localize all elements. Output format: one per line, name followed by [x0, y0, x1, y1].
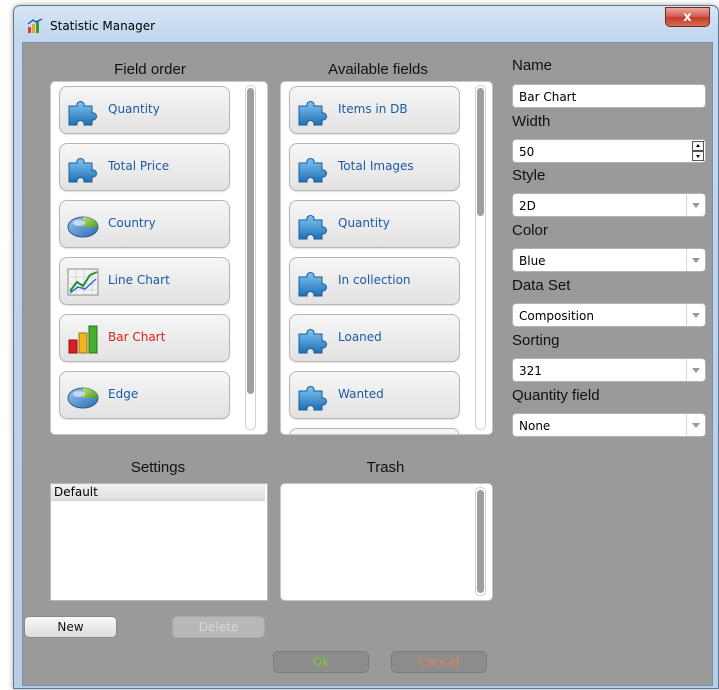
quantity-field-value: None — [519, 419, 551, 433]
field-order-scrollbar[interactable] — [245, 85, 256, 430]
color-combobox[interactable]: Blue — [512, 248, 706, 272]
sorting-value: 321 — [519, 364, 542, 378]
chevron-down-icon[interactable] — [686, 359, 705, 381]
settings-list[interactable]: Default — [50, 483, 268, 601]
settings-list-item[interactable]: Default — [51, 484, 265, 501]
field-order-item-edge[interactable]: Edge — [59, 371, 230, 419]
item-label: Total Images — [338, 159, 414, 173]
window-title: Statistic Manager — [50, 19, 156, 33]
puzzle-piece-icon — [68, 101, 97, 126]
quantity-field-combobox[interactable]: None — [512, 413, 706, 437]
field-order-item-bar-chart[interactable]: Bar Chart — [59, 314, 230, 362]
style-combobox[interactable]: 2D — [512, 193, 706, 217]
color-value: Blue — [519, 254, 546, 268]
item-label: Quantity — [338, 216, 390, 230]
pie-chart-icon — [67, 387, 99, 409]
item-label: Bar Chart — [108, 330, 166, 344]
puzzle-piece-icon — [298, 158, 327, 183]
available-fields-scrollbar[interactable] — [475, 85, 486, 430]
dataset-value: Composition — [519, 309, 594, 323]
available-item-total-images[interactable]: Total Images — [289, 143, 460, 191]
field-order-item-quantity[interactable]: Quantity — [59, 86, 230, 134]
puzzle-piece-icon — [68, 158, 97, 183]
puzzle-piece-icon — [298, 329, 327, 354]
cancel-button[interactable]: Cancel — [391, 651, 487, 673]
field-order-item-total-price[interactable]: Total Price — [59, 143, 230, 191]
puzzle-piece-icon — [298, 101, 327, 126]
field-order-item-line-chart[interactable]: Line Chart — [59, 257, 230, 305]
item-label: Country — [108, 216, 156, 230]
chevron-down-icon[interactable] — [686, 194, 705, 216]
dataset-label: Data Set — [512, 277, 571, 294]
item-label: Total Price — [108, 159, 170, 173]
item-label: Items in DB — [338, 102, 408, 116]
style-value: 2D — [519, 199, 536, 213]
field-order-list[interactable]: Quantity Total Price Country Line Chart … — [50, 81, 268, 435]
settings-heading: Settings — [130, 459, 186, 476]
item-label: Wanted — [338, 387, 384, 401]
available-item-loaned[interactable]: Loaned — [289, 314, 460, 362]
available-item-partial[interactable] — [289, 428, 460, 434]
available-fields-list[interactable]: Items in DB Total Images Quantity In col… — [280, 81, 493, 435]
bar-chart-icon — [68, 325, 98, 354]
available-item-items-in-db[interactable]: Items in DB — [289, 86, 460, 134]
chevron-down-icon[interactable] — [686, 414, 705, 436]
item-label: Line Chart — [108, 273, 170, 287]
available-fields-heading: Available fields — [328, 61, 428, 78]
chevron-down-icon[interactable] — [686, 304, 705, 326]
dataset-combobox[interactable]: Composition — [512, 303, 706, 327]
scrollbar-thumb[interactable] — [247, 88, 254, 394]
trash-list[interactable] — [280, 483, 493, 601]
line-chart-icon — [67, 268, 99, 296]
width-spinbox[interactable]: 50 — [512, 139, 706, 163]
chevron-down-icon[interactable] — [686, 249, 705, 271]
trash-heading: Trash — [366, 459, 405, 476]
name-label: Name — [512, 57, 553, 74]
available-item-quantity[interactable]: Quantity — [289, 200, 460, 248]
item-label: Loaned — [338, 330, 382, 344]
scrollbar-thumb[interactable] — [477, 490, 484, 593]
puzzle-piece-icon — [298, 386, 327, 411]
statistic-manager-window: Statistic Manager x Field order Availabl… — [13, 5, 719, 690]
close-button[interactable]: x — [665, 7, 710, 27]
color-label: Color — [512, 222, 548, 239]
width-value: 50 — [519, 145, 535, 159]
trash-scrollbar[interactable] — [475, 487, 486, 596]
sorting-combobox[interactable]: 321 — [512, 358, 706, 382]
spin-up-arrow-icon[interactable] — [692, 141, 704, 151]
window-frame: Statistic Manager x Field order Availabl… — [13, 5, 719, 689]
name-field[interactable]: Bar Chart — [512, 84, 706, 108]
puzzle-piece-icon — [298, 272, 327, 297]
style-label: Style — [512, 167, 546, 184]
dialog-client-area: Field order Available fields Quantity To… — [22, 42, 713, 686]
ok-button[interactable]: Ok — [273, 651, 369, 673]
puzzle-piece-icon — [298, 215, 327, 240]
new-button[interactable]: New — [24, 616, 117, 638]
spin-down-arrow-icon[interactable] — [692, 151, 704, 161]
title-bar[interactable]: Statistic Manager x — [14, 6, 718, 42]
item-label: Edge — [108, 387, 139, 401]
item-label: Quantity — [108, 102, 160, 116]
width-label: Width — [512, 113, 551, 130]
delete-button[interactable]: Delete — [172, 616, 265, 638]
available-item-wanted[interactable]: Wanted — [289, 371, 460, 419]
sorting-label: Sorting — [512, 332, 560, 349]
scrollbar-thumb[interactable] — [477, 88, 484, 216]
quantity-field-label: Quantity field — [512, 387, 600, 404]
item-label: In collection — [338, 273, 411, 287]
statistic-manager-app-icon — [27, 18, 43, 33]
pie-chart-icon — [67, 216, 99, 238]
field-order-heading: Field order — [114, 61, 186, 78]
available-item-in-collection[interactable]: In collection — [289, 257, 460, 305]
field-order-item-country[interactable]: Country — [59, 200, 230, 248]
